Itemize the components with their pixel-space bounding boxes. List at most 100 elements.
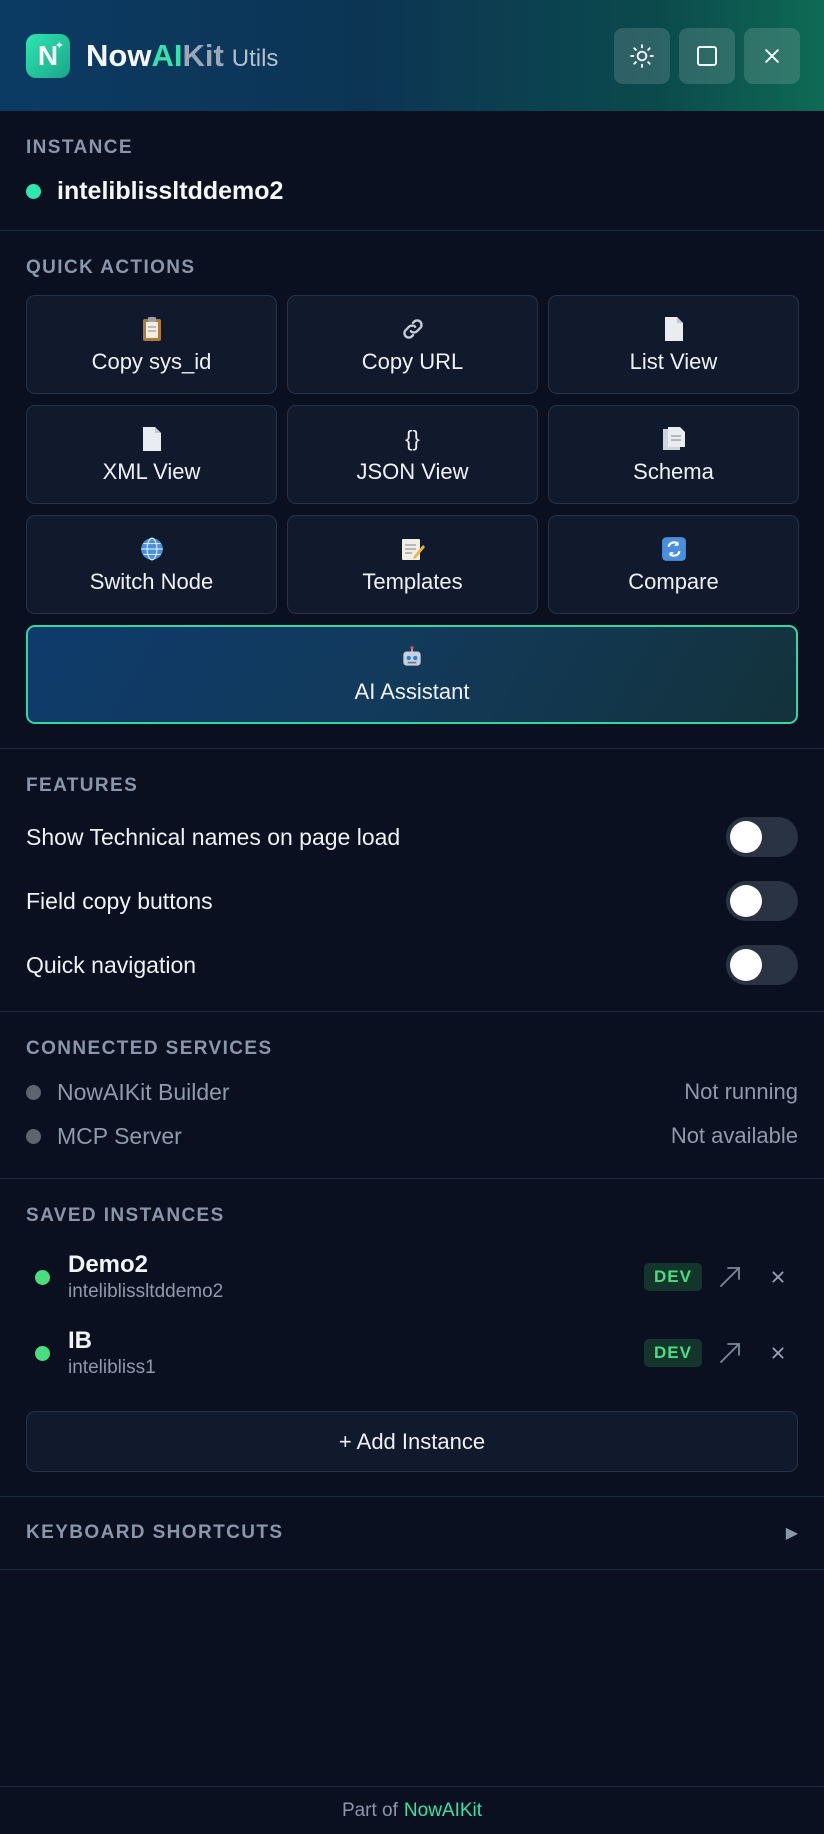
brand-ai: AI [151,37,183,73]
xml-view-button[interactable]: XML View [26,405,277,504]
saved-instance-name: Demo2 [68,1251,149,1278]
feature-row: Quick navigation [26,933,798,997]
open-instance-button[interactable] [702,1265,758,1289]
saved-instance-text: IB intelibliss1 [68,1327,156,1379]
feature-label: Field copy buttons [26,887,213,914]
document-icon [663,315,685,343]
service-name: NowAIKit Builder [57,1078,230,1105]
json-view-button[interactable]: {} JSON View [287,405,538,504]
status-dot [26,184,41,199]
close-icon [765,48,779,63]
close-button[interactable] [744,27,800,84]
sun-icon [630,43,654,68]
copy-sys-id-button[interactable]: Copy sys_id [26,295,277,394]
action-label: Compare [628,568,719,594]
saved-instance-row[interactable]: IB intelibliss1 DEV [26,1315,798,1391]
schema-button[interactable]: Schema [548,405,799,504]
brand-now: Now [86,37,152,73]
compare-button[interactable]: Compare [548,515,799,614]
action-label: AI Assistant [354,678,470,704]
refresh-icon [661,535,687,563]
env-badge: DEV [644,1263,702,1291]
action-label: JSON View [356,458,469,484]
footer: Part of NowAIKit [0,1786,824,1834]
close-icon [772,1271,784,1283]
memo-icon [400,535,426,563]
globe-icon [139,535,165,563]
section-title: KEYBOARD SHORTCUTS [26,1522,284,1543]
saved-instances-section: SAVED INSTANCES Demo2 inteliblissltddemo… [0,1179,824,1497]
current-instance: inteliblissltddemo2 [26,177,798,206]
section-title: SAVED INSTANCES [26,1205,225,1226]
footer-link[interactable]: NowAIKit [404,1800,482,1822]
remove-instance-button[interactable] [758,1346,798,1360]
service-row: NowAIKit Builder Not running [26,1070,798,1114]
saved-instance-text: Demo2 inteliblissltddemo2 [68,1251,223,1303]
clipboard-icon [140,315,164,343]
link-icon [400,315,426,343]
section-title: INSTANCE [26,137,133,158]
status-dot [35,1269,50,1285]
technical-names-toggle[interactable] [726,817,798,857]
status-dot [35,1345,50,1361]
close-icon [772,1347,784,1359]
brand-suffix: Utils [231,44,279,72]
header-controls [614,27,800,84]
instance-section: INSTANCE inteliblissltddemo2 [0,111,824,231]
switch-node-button[interactable]: Switch Node [26,515,277,614]
section-title: QUICK ACTIONS [26,257,196,278]
features-section: FEATURES Show Technical names on page lo… [0,749,824,1012]
feature-label: Quick navigation [26,951,197,978]
saved-instance-name: IB [68,1327,92,1354]
toggle-knob [730,885,762,917]
action-label: Schema [633,458,714,484]
quick-actions-grid: Copy sys_id Copy URL List View XML View [26,295,799,614]
copy-url-button[interactable]: Copy URL [287,295,538,394]
maximize-button[interactable] [679,27,735,84]
external-link-icon [720,1267,740,1287]
saved-instance-row[interactable]: Demo2 inteliblissltddemo2 DEV [26,1239,798,1315]
feature-label: Show Technical names on page load [26,823,401,850]
quick-navigation-toggle[interactable] [726,945,798,985]
remove-instance-button[interactable] [758,1270,798,1284]
schema-icon [661,425,687,453]
saved-instance-host: inteliblissltddemo2 [68,1281,224,1302]
app-logo: N ✦ [26,33,70,78]
footer-prefix: Part of [341,1799,398,1821]
quick-actions-section: QUICK ACTIONS Copy sys_id Copy URL List … [0,231,824,749]
open-instance-button[interactable] [702,1341,758,1365]
action-label: Switch Node [89,568,214,594]
templates-button[interactable]: Templates [287,515,538,614]
braces-glyph: {} [405,425,420,451]
ai-assistant-button[interactable]: AI Assistant [26,625,798,724]
add-instance-button[interactable]: + Add Instance [26,1411,798,1472]
action-label: XML View [102,458,201,484]
service-name: MCP Server [57,1122,182,1149]
status-dot [26,1128,41,1144]
saved-instance-host: intelibliss1 [68,1357,156,1378]
field-copy-toggle[interactable] [726,881,798,921]
service-row: MCP Server Not available [26,1114,798,1158]
braces-icon: {} [405,425,420,453]
keyboard-shortcuts-toggle[interactable]: KEYBOARD SHORTCUTS ▶ [0,1497,824,1570]
action-label: Copy URL [361,348,464,374]
feature-row: Field copy buttons [26,869,798,933]
service-status: Not running [684,1079,798,1104]
brand-title: Now AI Kit Utils [86,38,278,74]
toggle-knob [730,949,762,981]
env-badge: DEV [644,1339,702,1367]
action-label: Templates [362,568,463,594]
service-status: Not available [670,1123,798,1148]
theme-toggle-button[interactable] [614,27,670,84]
external-link-icon [720,1343,740,1363]
expand-arrow-icon: ▶ [785,1525,798,1542]
list-view-button[interactable]: List View [548,295,799,394]
status-dot [26,1084,41,1100]
toggle-knob [730,821,762,853]
feature-row: Show Technical names on page load [26,805,798,869]
action-label: List View [629,348,718,374]
section-title: FEATURES [26,775,139,796]
section-title: CONNECTED SERVICES [26,1038,273,1059]
document-icon [141,425,163,453]
sparkle-icon: ✦ [54,39,64,52]
